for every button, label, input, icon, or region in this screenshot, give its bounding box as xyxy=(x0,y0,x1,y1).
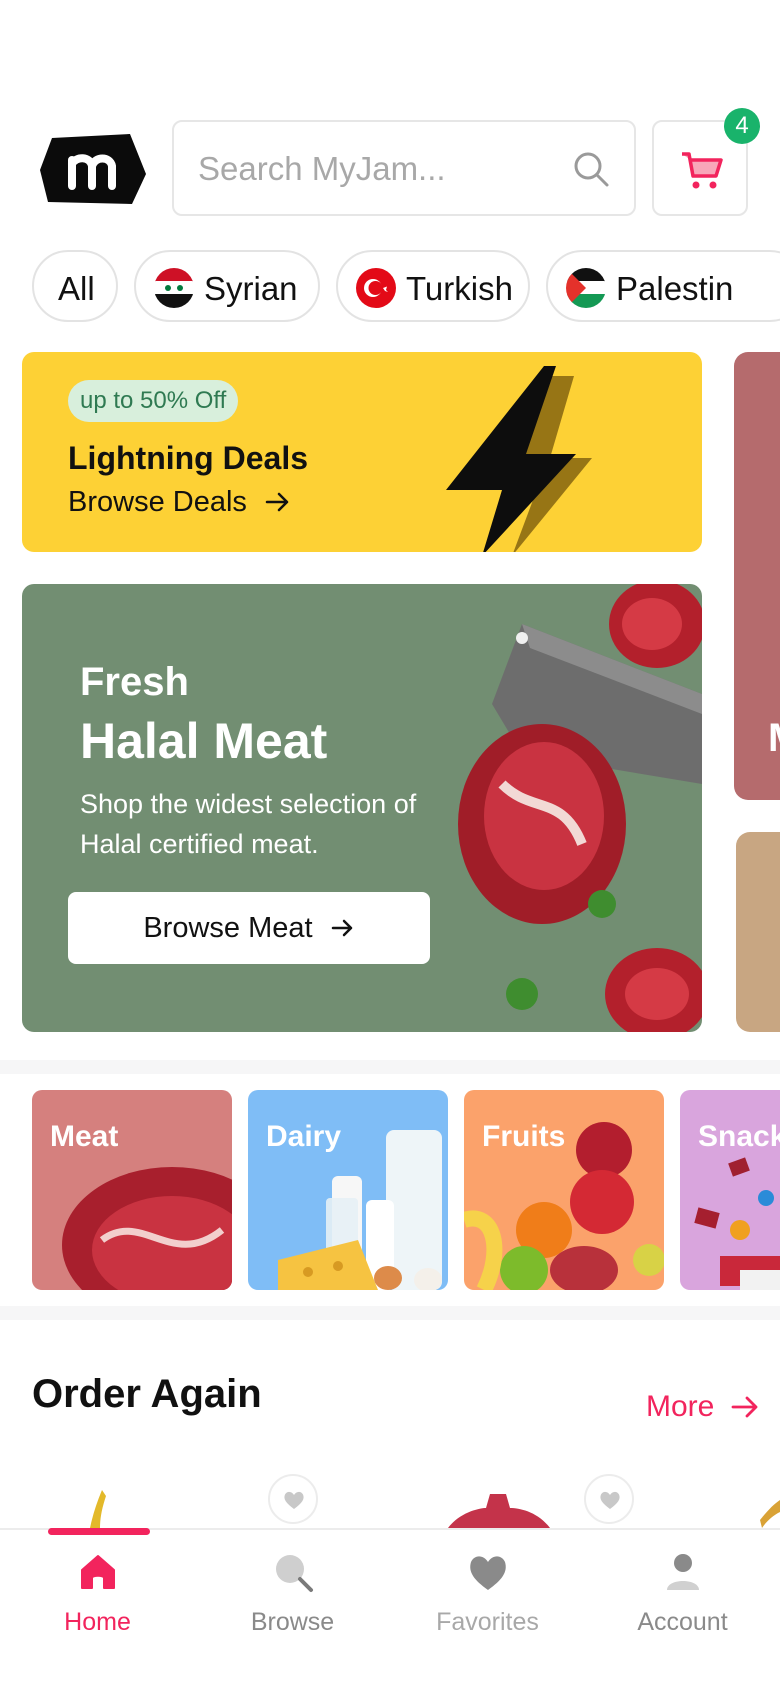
discount-badge: up to 50% Off xyxy=(68,380,239,422)
category-tiles: Meat Dairy Fruits Snack xyxy=(0,1090,780,1290)
lightning-bolt-icon xyxy=(446,366,592,552)
home-icon xyxy=(80,1555,115,1589)
banner-kicker: Fresh xyxy=(80,660,189,704)
filter-chip-label: All xyxy=(58,270,95,307)
category-label: Snack xyxy=(698,1120,780,1153)
browse-meat-button[interactable]: Browse Meat xyxy=(68,892,430,964)
product-image xyxy=(90,1490,106,1528)
category-meat[interactable]: Meat xyxy=(32,1090,232,1290)
arrow-right-icon xyxy=(331,919,352,937)
nav-browse[interactable]: Browse xyxy=(195,1550,390,1660)
turkey-flag-icon xyxy=(356,268,396,308)
deals-title: Lightning Deals xyxy=(68,440,308,476)
order-again-title: Order Again xyxy=(32,1372,262,1416)
header: Search MyJam... 4 xyxy=(0,108,780,216)
filter-chip-palestinian[interactable]: Palestin xyxy=(546,250,780,322)
arrow-right-icon xyxy=(265,492,289,512)
category-label: Dairy xyxy=(266,1120,342,1153)
filter-chip-syrian[interactable]: Syrian xyxy=(134,250,320,322)
cart-count-badge: 4 xyxy=(724,108,760,144)
order-again-more-link[interactable]: More xyxy=(646,1390,714,1424)
favorite-button[interactable] xyxy=(268,1474,318,1524)
heart-icon xyxy=(469,1556,506,1590)
nav-home[interactable]: Home xyxy=(0,1550,195,1660)
nav-label: Favorites xyxy=(436,1608,539,1636)
filter-chip-all[interactable]: All xyxy=(32,250,118,322)
filter-chip-turkish[interactable]: Turkish xyxy=(336,250,530,322)
search-icon xyxy=(275,1555,313,1592)
category-snacks[interactable]: Snack xyxy=(680,1090,780,1290)
browse-deals-label: Browse Deals xyxy=(68,486,247,518)
nav-favorites[interactable]: Favorites xyxy=(390,1550,585,1660)
heart-icon xyxy=(600,1491,620,1509)
search-input[interactable]: Search MyJam... xyxy=(172,120,636,216)
category-fruits[interactable]: Fruits xyxy=(464,1090,664,1290)
favorite-button[interactable] xyxy=(584,1474,634,1524)
halal-meat-banner[interactable]: Fresh Halal Meat Shop the widest selecti… xyxy=(22,584,702,1032)
category-label: Meat xyxy=(50,1120,119,1153)
side-promo-letter: M xyxy=(768,716,780,761)
cuisine-filter-bar: All Syrian Turkish Palestin xyxy=(32,250,780,322)
nav-label: Browse xyxy=(250,1608,335,1636)
product-image xyxy=(448,1494,550,1528)
side-promo-card[interactable]: M xyxy=(734,352,780,800)
browse-meat-label: Browse Meat xyxy=(143,912,313,944)
filter-chip-label: Turkish xyxy=(406,270,513,307)
lightning-deals-card[interactable]: up to 50% Off Lightning Deals Browse Dea… xyxy=(22,352,702,552)
heart-icon xyxy=(284,1491,304,1509)
filter-chip-label: Syrian xyxy=(204,270,298,307)
syria-flag-icon xyxy=(154,268,194,308)
search-icon[interactable] xyxy=(572,150,610,188)
side-promo-card-2[interactable] xyxy=(736,832,780,1032)
nav-label: Account xyxy=(637,1608,728,1636)
bottom-nav: Home Browse Favorites Account xyxy=(0,1528,780,1688)
banner-title: Halal Meat xyxy=(80,713,328,769)
banner-description: Shop the widest selection of Halal certi… xyxy=(80,789,417,859)
browse-deals-link[interactable]: Browse Deals xyxy=(68,486,291,519)
nav-account[interactable]: Account xyxy=(585,1550,780,1660)
cart-icon xyxy=(682,152,723,189)
arrow-right-icon[interactable] xyxy=(730,1392,760,1422)
section-divider xyxy=(0,1060,780,1074)
section-divider xyxy=(0,1306,780,1320)
search-placeholder: Search MyJam... xyxy=(198,150,446,187)
palestine-flag-icon xyxy=(566,268,606,308)
myjam-logo-icon[interactable] xyxy=(40,134,146,204)
category-dairy[interactable]: Dairy xyxy=(248,1090,448,1290)
active-tab-indicator xyxy=(48,1528,150,1535)
nav-label: Home xyxy=(64,1608,131,1636)
filter-chip-label: Palestin xyxy=(616,270,734,307)
product-image xyxy=(760,1500,780,1528)
category-label: Fruits xyxy=(482,1120,566,1153)
person-icon xyxy=(666,1554,699,1590)
meat-cleaver-image xyxy=(458,584,702,1032)
